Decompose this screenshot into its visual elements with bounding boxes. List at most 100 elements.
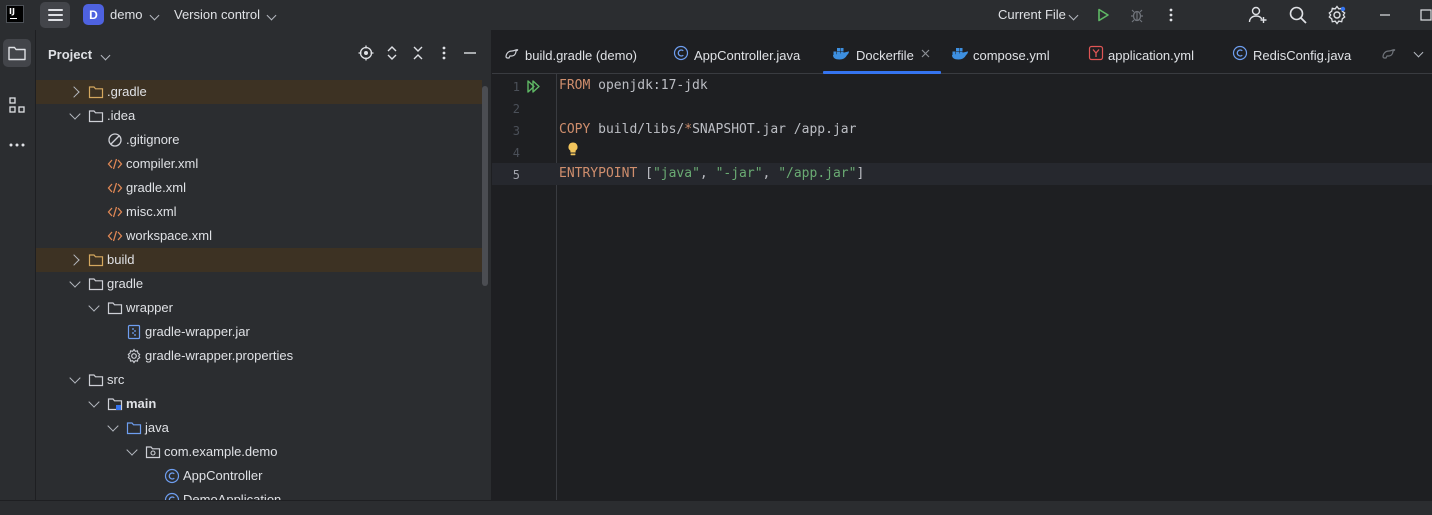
lightbulb-icon[interactable] [566,141,580,157]
more-tools-icon[interactable] [3,131,31,159]
run-gutter-icon[interactable] [526,79,541,94]
chevron-down-icon[interactable] [266,10,277,21]
tab-app-controller[interactable]: AppController.java [662,30,812,74]
app-logo-icon[interactable]: IJ [6,5,24,23]
locate-icon[interactable] [357,44,375,62]
chevron-down-icon[interactable] [100,50,111,61]
tree-label: gradle-wrapper.properties [145,348,294,363]
version-control-menu[interactable]: Version control [174,7,260,22]
tab-redis-config[interactable]: RedisConfig.java [1232,30,1362,74]
tree-row[interactable]: misc.xml [36,200,482,224]
run-icon[interactable] [1093,5,1113,25]
more-icon[interactable] [1161,5,1181,25]
code-token: build/libs/ [590,122,685,137]
project-name[interactable]: demo [110,7,143,22]
ignore-file-icon [108,133,122,147]
tab-application-yml[interactable]: application.yml [1086,30,1226,74]
code-token: openjdk:17-jdk [590,78,708,93]
chevron-down-icon[interactable] [1068,10,1079,21]
chevron-right-icon[interactable] [68,86,80,98]
expand-all-icon[interactable] [383,44,401,62]
folder-icon [88,86,104,99]
tree-row[interactable]: gradle.xml [36,176,482,200]
main-menu-icon[interactable] [40,2,70,28]
chevron-down-icon[interactable] [69,372,81,384]
tab-compose-yml[interactable]: compose.yml [950,30,1070,74]
tree-label: wrapper [126,300,173,315]
tree-row[interactable]: gradle-wrapper.jar [36,320,482,344]
code-token: "-jar" [715,166,763,181]
tree-row[interactable]: .gradle [36,80,482,104]
tree-row[interactable]: gradle-wrapper.properties [36,344,482,368]
close-icon[interactable] [921,49,930,58]
settings-file-icon [127,348,141,364]
tab-label: AppController.java [694,48,801,63]
status-bar [0,500,1432,515]
folder-icon [88,254,104,267]
chevron-down-icon[interactable] [69,108,81,120]
tree-label: src [107,372,125,387]
tree-scrollbar[interactable] [482,86,488,286]
chevron-down-icon[interactable] [149,10,160,21]
tree-label: build [107,252,135,267]
chevron-right-icon[interactable] [68,254,80,266]
tree-label: java [145,420,169,435]
code-token: "java" [652,166,700,181]
structure-icon[interactable] [3,91,31,119]
tree-row[interactable]: build [36,248,482,272]
tree-row[interactable]: wrapper [36,296,482,320]
code-token: * [684,122,693,137]
java-class-icon [164,468,180,484]
tree-label: compiler.xml [126,156,199,171]
chevron-down-icon[interactable] [126,444,138,456]
tab-label: compose.yml [973,48,1050,63]
tree-row[interactable]: .gitignore [36,128,482,152]
chevron-down-icon[interactable] [88,300,100,312]
code-token: ] [856,166,865,181]
java-class-icon [164,492,180,500]
gradle-icon[interactable] [1381,46,1397,60]
options-icon[interactable] [435,44,453,62]
chevron-down-icon[interactable] [107,420,119,432]
tree-row[interactable]: com.example.demo [36,440,482,464]
search-icon[interactable] [1288,5,1308,25]
folder-icon [88,278,104,291]
tree-label: com.example.demo [164,444,278,459]
tree-row[interactable]: main [36,392,482,416]
settings-icon[interactable] [1327,5,1347,25]
source-root-folder-icon [107,398,123,411]
line-number: 5 [512,168,520,182]
tab-label: build.gradle (demo) [525,48,638,63]
code-token: ENTRYPOINT [559,166,638,181]
tree-row[interactable]: workspace.xml [36,224,482,248]
code-token: COPY [559,122,591,137]
collapse-all-icon[interactable] [409,44,427,62]
maximize-icon[interactable] [1416,5,1432,25]
run-configuration-selector[interactable]: Current File [998,7,1066,22]
tree-row[interactable]: compiler.xml [36,152,482,176]
code-editor[interactable] [557,74,1432,500]
code-token: SNAPSHOT.jar /app.jar [692,122,857,137]
tree-row[interactable]: AppController [36,464,482,488]
tab-dockerfile[interactable]: Dockerfile [823,30,941,74]
project-badge[interactable]: D [83,4,104,25]
panel-title[interactable]: Project [48,47,92,62]
project-folder-icon[interactable] [3,39,31,67]
chevron-down-icon[interactable] [88,396,100,408]
chevron-down-icon[interactable] [69,276,81,288]
folder-icon [88,374,104,387]
add-user-icon[interactable] [1248,5,1268,25]
xml-file-icon [107,182,123,194]
tab-label: Dockerfile [856,48,914,63]
tree-row[interactable]: gradle [36,272,482,296]
hide-icon[interactable] [461,44,479,62]
tree-row[interactable]: src [36,368,482,392]
docker-icon [833,48,849,60]
minimize-icon[interactable] [1375,5,1395,25]
tree-row[interactable]: java [36,416,482,440]
tree-row[interactable]: .idea [36,104,482,128]
debug-icon[interactable] [1127,5,1147,25]
tab-build-gradle[interactable]: build.gradle (demo) [492,30,657,74]
tab-overflow-chevron-icon[interactable] [1413,47,1424,58]
tree-row[interactable]: DemoApplication [36,488,482,500]
